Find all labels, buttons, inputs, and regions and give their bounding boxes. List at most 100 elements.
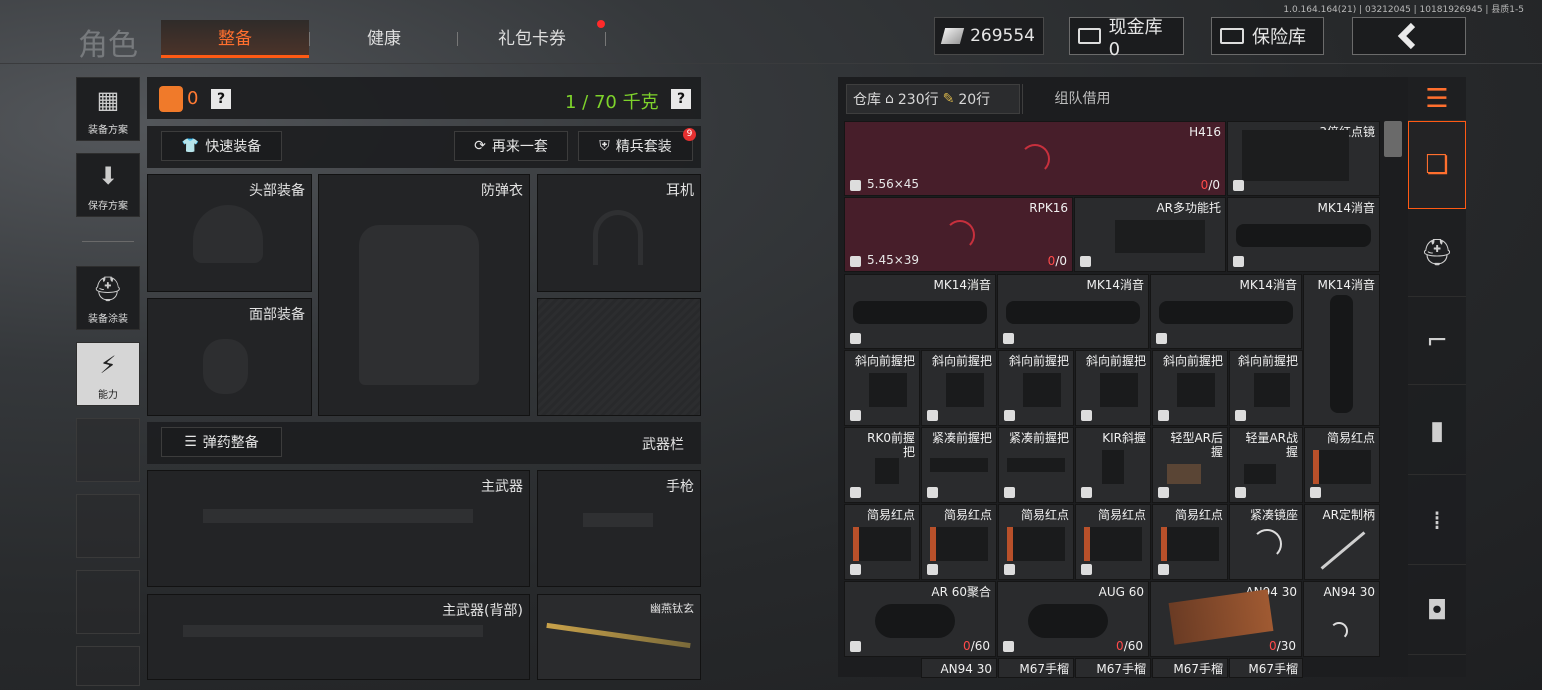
tab-equip[interactable]: 整备 [161,20,309,58]
item-h416[interactable]: H416 5.56×45 0/0 [844,121,1226,196]
scope-icon [1242,130,1349,181]
team-borrow-tab[interactable]: 组队借用 [1022,84,1142,114]
melee-slot-label: 幽燕钛玄 [650,602,694,615]
face-slot[interactable]: 面部装备 [147,298,312,416]
ammo-box-icon [850,487,861,498]
pistol-slot-label: 手枪 [666,479,694,495]
item-angled-grip[interactable]: 斜向前握把 [1075,350,1151,426]
item-aug60-mag[interactable]: AUG 60 0/60 [997,581,1149,657]
item-an94-mag[interactable]: AN94 30 0/30 [1150,581,1302,657]
item-light-ar-rear-grip[interactable]: 轻型AR后 握 [1152,427,1228,503]
ammo-box-icon [1080,256,1091,267]
item-simple-red-dot[interactable]: 简易红点 [1152,504,1228,580]
category-ammo-icon[interactable]: ⁞ [1408,477,1466,565]
item-simple-red-dot[interactable]: 简易红点 [844,504,920,580]
help-icon[interactable]: ? [671,89,691,109]
sidebar-item-skin[interactable]: ⛑ 装备涂装 [76,266,140,330]
item-simple-red-dot[interactable]: 简易红点 [1304,427,1380,503]
item-mk14-suppressor[interactable]: MK14消音 [1303,274,1380,426]
item-name: MK14消音 [933,278,992,292]
suppressor-icon [1330,295,1353,413]
category-all-icon[interactable]: ❏ [1408,121,1466,209]
item-compact-grip[interactable]: 紧凑前握把 [921,427,997,503]
item-mk14-suppressor[interactable]: MK14消音 [997,274,1149,349]
item-light-ar-battle-grip[interactable]: 轻量AR战 握 [1229,427,1303,503]
item-m67-grenade[interactable]: M67手榴 [1229,658,1303,678]
item-kir-grip[interactable]: KIR斜握 [1075,427,1151,503]
earphone-slot[interactable]: 耳机 [537,174,701,292]
category-scope-icon[interactable]: ◘ [1408,567,1466,655]
item-simple-red-dot[interactable]: 简易红点 [998,504,1074,580]
drum-mag-icon [875,604,955,638]
head-slot[interactable]: 头部装备 [147,174,312,292]
primary-slot[interactable]: 主武器 [147,470,530,587]
warehouse-extra-rows: 20行 [958,92,991,108]
item-name: 斜向前握把 [1008,354,1069,368]
sidebar-item-save[interactable]: ⬇ 保存方案 [76,153,140,217]
melee-slot[interactable]: 幽燕钛玄 [537,594,701,680]
item-rpk16[interactable]: RPK16 5.45×39 0/0 [844,197,1073,272]
item-simple-red-dot[interactable]: 简易红点 [1075,504,1151,580]
another-set-button[interactable]: ⟳ 再来一套 [454,131,568,161]
item-m67-grenade[interactable]: M67手榴 [998,658,1074,678]
weight-label: 1 / 70 千克 [565,92,659,113]
help-icon[interactable]: ? [211,89,231,109]
item-name: M67手榴 [1096,662,1146,676]
pistol-slot[interactable]: 手枪 [537,470,701,587]
warehouse-tab[interactable]: 仓库 ⌂ 230行 ✎ 20行 [846,84,1020,114]
sidebar-item-ability[interactable]: ⚡ 能力 [76,342,140,406]
item-m67-grenade[interactable]: M67手榴 [1075,658,1151,678]
tab-gifts[interactable]: 礼包卡券 [458,20,606,58]
sidebar-item-scheme[interactable]: ▦ 装备方案 [76,77,140,141]
cash-vault-button[interactable]: 现金库 0 [1069,17,1184,60]
item-compact-mount[interactable]: 紧凑镜座 [1229,504,1303,580]
item-mk14-suppressor[interactable]: MK14消音 [1150,274,1302,349]
item-name: MK14消音 [1317,201,1376,215]
ammo-box-icon [1004,564,1015,575]
grip-icon [1007,458,1065,472]
item-ar-stock[interactable]: AR多功能托 [1074,197,1226,272]
shield-icon: ⛨ [599,138,610,154]
category-helmet-icon[interactable]: ⛑ [1408,209,1466,297]
shirt-icon: 👕 [181,138,200,154]
item-3x-scope[interactable]: 3倍红点镜 [1227,121,1380,196]
item-simple-red-dot[interactable]: 简易红点 [921,504,997,580]
category-rifle-icon[interactable]: ⌐ [1408,297,1466,385]
sidebar-divider [82,241,134,242]
sort-icon[interactable]: ☰ [1408,77,1466,121]
item-angled-grip[interactable]: 斜向前握把 [1152,350,1228,426]
ammo-prep-button[interactable]: ☰ 弹药整备 [161,427,282,457]
ammo-box-icon [850,180,861,191]
item-mk14-suppressor[interactable]: MK14消音 [844,274,996,349]
sidebar-empty-slot [76,418,140,482]
item-rk0-grip[interactable]: RK0前握 把 [844,427,920,503]
safe-box-button[interactable]: 保险库 [1211,17,1324,55]
vest-slot[interactable]: 防弹衣 [318,174,530,416]
item-ar-custom-handle[interactable]: AR定制柄 [1304,504,1380,580]
ammo-box-icon [850,256,861,267]
item-mk14-suppressor[interactable]: MK14消音 [1227,197,1380,272]
item-an94-mag[interactable]: AN94 30 [921,658,997,678]
category-magazine-icon[interactable]: ▮ [1408,387,1466,475]
item-ar60-mag[interactable]: AR 60聚合 0/60 [844,581,996,657]
quick-equip-button[interactable]: 👕 快速装备 [161,131,282,161]
ammo-box-icon [1310,487,1321,498]
ammo-box-icon [1003,641,1014,652]
sidebar-save-label: 保存方案 [88,201,128,212]
warehouse-scrollbar[interactable] [1384,121,1402,157]
grip-icon [1167,464,1201,484]
suppressor-icon [1006,301,1140,324]
elite-set-button[interactable]: ⛨ 精兵套装 [578,131,693,161]
primary-back-slot[interactable]: 主武器(背部) [147,594,530,680]
item-angled-grip[interactable]: 斜向前握把 [998,350,1074,426]
item-angled-grip[interactable]: 斜向前握把 [921,350,997,426]
item-name: 斜向前握把 [854,354,915,368]
item-angled-grip[interactable]: 斜向前握把 [844,350,920,426]
item-angled-grip[interactable]: 斜向前握把 [1229,350,1303,426]
item-an94-mag[interactable]: AN94 30 [1303,581,1380,657]
tab-health[interactable]: 健康 [310,20,458,58]
back-button[interactable] [1352,17,1466,55]
item-m67-grenade[interactable]: M67手榴 [1152,658,1228,678]
topbar-divider [0,63,1542,64]
item-compact-grip[interactable]: 紧凑前握把 [998,427,1074,503]
